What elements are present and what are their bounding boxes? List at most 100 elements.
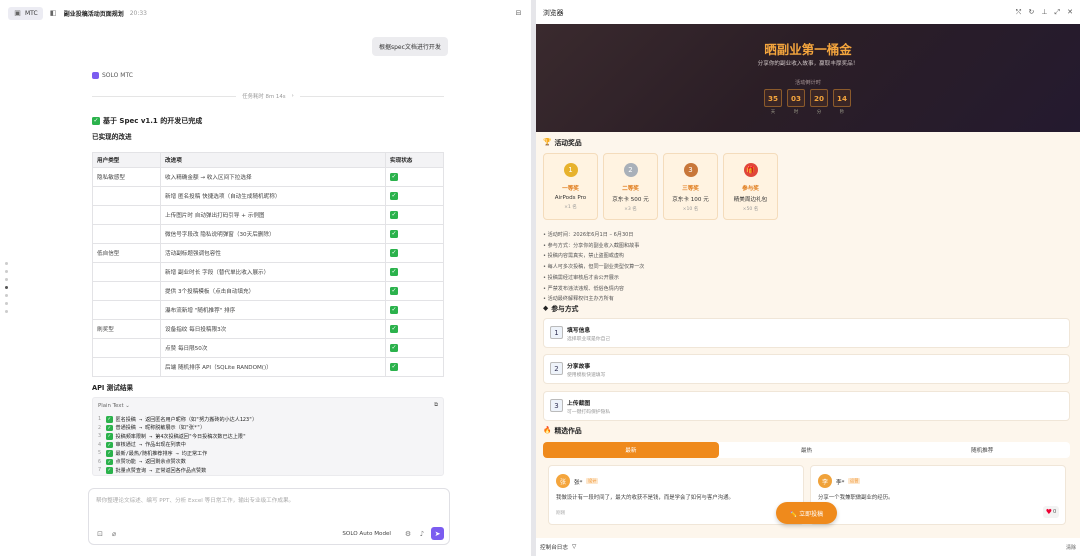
api-results-heading: API 测试结果 [92,384,134,392]
work-card[interactable]: 张 张* 设计 我做设计有一段时间了，最大的收获不是钱，而是学会了如何与客户沟通… [548,465,804,525]
steps-heading: ◆ 参与方式 [543,304,579,313]
console-log-label[interactable]: 控制台日志 [540,543,568,551]
hero-title: 晒副业第一桶金 [764,42,852,57]
expand-icon[interactable]: ⤢ [1055,8,1061,17]
code-line: 5 ✓ 最新/最热/随机推荐排序 → 均正常工作 [98,450,208,457]
tab-hottest[interactable]: 最热 [719,442,895,458]
table-header-row: 用户类型 改进项 实现状态 [92,152,444,168]
check-icon: ✓ [390,173,398,181]
refresh-icon[interactable]: ↻ [1029,8,1035,17]
prize-gift: AirPods Pro [554,195,587,201]
check-icon: ✓ [106,450,113,457]
rule-item: • 严禁发布违法违规、低俗色情内容 [543,285,625,292]
step-desc: 使用模板快速填写 [567,373,606,378]
improvement-cell: 上传图片时 自动弹出打码引导 + 示例图 [160,205,386,225]
panel-toggle-icon[interactable]: ⊟ [514,9,523,18]
chevron-right-icon: › [291,93,294,99]
mtc-badge-label: MTC [25,9,38,17]
improvement-cell: 新增 副业时长 字段（替代单比收入展示） [160,262,386,282]
rule-item: • 每人可多次投稿，但同一副业类型仅算一次 [543,264,645,271]
table-row: 新增 匿名投稿 快捷选项（自动生成随机昵称） ✓ [92,186,444,206]
code-line: 7 ✓ 批量点赞查询 → 正常返回各作品点赞数 [98,467,207,474]
sidebar-toggle-icon[interactable]: ◧ [49,9,58,18]
attach-image-icon[interactable]: ⊡ [95,529,105,539]
countdown: 35 天 03 时 20 分 14 秒 [764,89,851,115]
code-block: Plain Text ⌄ ⧉ 1 ✓ 匿名投稿 → 返回匿名用户昵称（如"努力搬砖的… [92,397,444,476]
table-row: 点赞 每日限50次 ✓ [92,338,444,358]
settings-icon[interactable]: ⚙ [403,529,413,539]
table-row: 隐私敏感型 收入精确金额 → 收入区间下拉选择 ✓ [92,167,444,187]
check-icon: ✓ [390,325,398,333]
pin-icon[interactable]: ⊥ [1041,8,1047,17]
status-cell: ✓ [385,281,444,301]
user-type-cell [92,186,161,206]
medal-icon: 3 [683,163,698,177]
like-button[interactable]: ♥ 0 [1043,506,1059,518]
completion-heading-text: 基于 Spec v1.1 的开发已完成 [103,117,203,125]
filter-icon[interactable]: ▽ [572,544,576,550]
countdown-hours: 03 时 [787,89,805,115]
hero-subtitle: 分享你的副业收入故事，赢取丰厚奖品！ [757,61,859,67]
step-number: 3 [550,399,563,412]
user-type-cell [92,300,161,320]
work-time: 刚刚 [556,511,566,516]
microphone-icon[interactable]: ♪ [417,529,427,539]
inspect-icon[interactable]: ⤲ [1016,8,1022,17]
prize-list: 1 一等奖 AirPods Pro ×1 名 2 二等奖 京东卡 500 元 ×3 名 3 三等奖… [543,153,778,220]
trophy-icon: 🏆 [543,138,552,146]
mtc-badge[interactable]: ▣ MTC [8,6,43,20]
prizes-heading: 🏆 活动奖品 [543,138,582,147]
prize-gift: 京东卡 500 元 [612,197,649,203]
countdown-minutes: 20 分 [810,89,828,115]
check-icon: ✓ [106,433,113,440]
user-type-cell: 隐私敏感型 [92,167,161,187]
prize-rank: 一等奖 [562,186,579,192]
submit-button[interactable]: ✏️ 立即投稿 [776,502,837,524]
send-button[interactable]: ➤ [431,527,444,540]
status-cell: ✓ [385,300,444,320]
improvement-cell: 微信号字段改 隐私说明弹窗（30天后删除） [160,224,386,244]
like-count: 0 [1052,509,1057,515]
user-type-cell [92,205,161,225]
copy-icon[interactable]: ⧉ [434,402,438,409]
tab-random[interactable]: 随机推荐 [894,442,1070,458]
clear-button[interactable]: 清除 [1066,544,1076,551]
tab-latest[interactable]: 最新 [543,442,719,458]
prize-card: 2 二等奖 京东卡 500 元 ×3 名 [603,153,658,220]
table-row: 提供 3个投稿模板（点击自动填充） ✓ [92,281,444,301]
avatar: 李 [818,474,832,488]
chat-topbar: ▣ MTC ◧ 副业投稿活动页面规划 20:33 ⊟ [0,0,531,26]
rule-item: • 投稿需经过审核后才会公开展示 [543,274,619,281]
rule-item: • 活动时间：2026年6月1日 – 6月30日 [543,232,634,238]
author-name: 李* [836,480,845,486]
prize-rank: 三等奖 [682,186,699,192]
status-cell: ✓ [385,186,444,206]
work-card[interactable]: 李 李* 运营 分享一个我兼职做副业的经历。 ♥ 0 [810,465,1066,525]
medal-icon: 1 [563,163,578,177]
close-icon[interactable]: ✕ [1067,8,1073,17]
table-row: 低自信型 活动副标题强调包容性 ✓ [92,243,444,263]
check-icon: ✓ [390,192,398,200]
task-duration[interactable]: 任务耗时 8m 14s › [92,92,444,100]
check-icon: ✓ [390,249,398,257]
check-icon: ✓ [106,416,113,423]
composer[interactable]: 帮你整理论文综述、编写 PPT、分析 Excel 等日常工作，输出专业级工作成果… [88,488,450,545]
code-line: 1 ✓ 匿名投稿 → 返回匿名用户昵称（如"努力搬砖的小达人123"） [98,416,258,423]
step-number: 2 [550,362,563,375]
prize-rank: 二等奖 [622,186,639,192]
check-icon: ✓ [390,306,398,314]
paperclip-icon[interactable]: ⌀ [109,529,119,539]
model-selector[interactable]: SOLO Auto Model [342,531,391,537]
sort-tabs: 最新 最热 随机推荐 [543,442,1070,458]
improvement-cell: 活动副标题强调包容性 [160,243,386,263]
user-message: 根据spec文档进行开发 [372,37,448,56]
status-cell: ✓ [385,338,444,358]
composer-placeholder[interactable]: 帮你整理论文综述、编写 PPT、分析 Excel 等日常工作，输出专业级工作成果… [96,496,294,504]
code-language[interactable]: Plain Text ⌄ [98,403,130,409]
solo-logo-icon [92,72,99,79]
check-icon: ✓ [390,268,398,276]
prize-count: ×50 名 [742,207,759,212]
status-cell: ✓ [385,357,444,377]
check-icon: ✓ [390,344,398,352]
scroll-indicator[interactable] [5,262,8,313]
